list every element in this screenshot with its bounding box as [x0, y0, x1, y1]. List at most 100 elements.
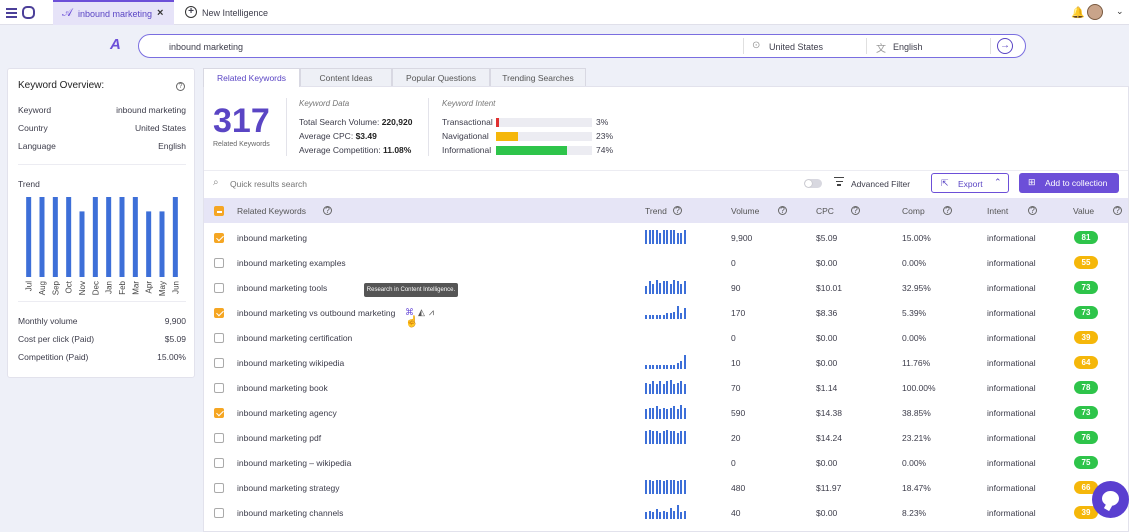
- help-icon[interactable]: ?: [323, 206, 332, 215]
- table-row[interactable]: inbound marketing examples 0 $0.00 0.00% inf…: [204, 250, 1128, 275]
- volume-cell: 590: [731, 408, 746, 418]
- keyword-cell[interactable]: inbound marketing strategy: [237, 483, 340, 493]
- keyword-cell[interactable]: inbound marketing book: [237, 383, 328, 393]
- row-checkbox[interactable]: [214, 283, 224, 293]
- keyword-cell[interactable]: inbound marketing pdf: [237, 433, 321, 443]
- header-trend[interactable]: Trend: [645, 206, 667, 216]
- row-checkbox[interactable]: [214, 508, 224, 518]
- table-row[interactable]: inbound marketing certification 0 $0.00 0.0…: [204, 325, 1128, 350]
- header-volume[interactable]: Volume: [731, 206, 759, 216]
- chevron-down-icon[interactable]: ⌄: [1116, 6, 1124, 17]
- select-all-checkbox[interactable]: [214, 206, 224, 216]
- chart-icon[interactable]: ◭: [418, 307, 425, 317]
- table-row[interactable]: inbound marketing 9,900 $5.09 15.00% informa…: [204, 225, 1128, 250]
- row-checkbox[interactable]: [214, 233, 224, 243]
- row-checkbox[interactable]: [214, 433, 224, 443]
- keyword-cell[interactable]: inbound marketing certification: [237, 333, 352, 343]
- intent-cell: informational: [987, 233, 1036, 243]
- row-checkbox[interactable]: [214, 308, 224, 318]
- analytics-icon[interactable]: ⩘: [429, 307, 434, 317]
- table-row[interactable]: inbound marketing book 70 $1.14 100.00% info…: [204, 375, 1128, 400]
- keyword-cell[interactable]: inbound marketing wikipedia: [237, 358, 344, 368]
- export-button[interactable]: ⇱ Export ⌃: [931, 173, 1009, 193]
- keyword-cell[interactable]: inbound marketing – wikipedia: [237, 458, 351, 468]
- table-row[interactable]: inbound marketing strategy 480 $11.97 18.47…: [204, 475, 1128, 500]
- new-intelligence-link[interactable]: New Intelligence: [202, 8, 268, 18]
- table-row[interactable]: inbound marketing vs outbound marketing 1…: [204, 300, 1128, 325]
- cpc-cell: $0.00: [816, 258, 838, 268]
- plus-circle-icon[interactable]: +: [185, 6, 197, 18]
- tab-trending-searches[interactable]: Trending Searches: [490, 68, 586, 87]
- keyword-cell[interactable]: inbound marketing agency: [237, 408, 337, 418]
- add-to-collection-button[interactable]: ⊞ Add to collection: [1019, 173, 1119, 193]
- help-icon[interactable]: ?: [851, 206, 860, 215]
- header-intent[interactable]: Intent: [987, 206, 1008, 216]
- table-row[interactable]: inbound marketing tools 90 $10.01 32.95% inf…: [204, 275, 1128, 300]
- tab-related-keywords[interactable]: Related Keywords: [203, 68, 300, 87]
- row-checkbox[interactable]: [214, 458, 224, 468]
- header-keywords[interactable]: Related Keywords: [237, 206, 306, 216]
- tab-inbound-marketing[interactable]: 𝒜 inbound marketing ×: [53, 0, 174, 25]
- header-value[interactable]: Value: [1073, 206, 1094, 216]
- quick-search-input[interactable]: [230, 177, 530, 191]
- close-tab-icon[interactable]: ×: [157, 7, 163, 19]
- trend-label: Trend: [18, 179, 40, 189]
- sparkline-bar: [648, 230, 651, 244]
- row-checkbox[interactable]: [214, 383, 224, 393]
- comp-cell: 38.85%: [902, 408, 931, 418]
- chat-button[interactable]: [1092, 481, 1129, 518]
- filter-icon[interactable]: [834, 177, 844, 187]
- trend-sparkline: [645, 280, 687, 294]
- country-select[interactable]: United States: [769, 42, 823, 52]
- app-logo[interactable]: [22, 6, 35, 19]
- intent-label: Informational: [442, 145, 492, 155]
- intent-percent: 23%: [596, 131, 614, 141]
- row-checkbox[interactable]: [214, 483, 224, 493]
- trend-month-label: Jun: [171, 281, 180, 294]
- row-checkbox[interactable]: [214, 358, 224, 368]
- keyword-cell[interactable]: inbound marketing tools: [237, 283, 327, 293]
- row-checkbox[interactable]: [214, 333, 224, 343]
- help-icon[interactable]: ?: [1113, 206, 1122, 215]
- hamburger-menu-icon[interactable]: [6, 8, 17, 18]
- table-row[interactable]: inbound marketing channels 40 $0.00 8.23% in…: [204, 500, 1128, 525]
- keyword-cell[interactable]: inbound marketing: [237, 233, 307, 243]
- avatar[interactable]: [1087, 4, 1103, 20]
- language-select[interactable]: English: [893, 42, 923, 52]
- sparkline-bar: [655, 364, 658, 369]
- keyword-cell[interactable]: inbound marketing examples: [237, 258, 346, 268]
- volume-cell: 40: [731, 508, 741, 518]
- table-row[interactable]: inbound marketing agency 590 $14.38 38.85% i…: [204, 400, 1128, 425]
- keyword-cell[interactable]: inbound marketing vs outbound marketing: [237, 308, 395, 318]
- tab-popular-questions[interactable]: Popular Questions: [392, 68, 490, 87]
- help-icon[interactable]: ?: [943, 206, 952, 215]
- search-input[interactable]: inbound marketing: [169, 42, 243, 52]
- keyword-cell[interactable]: inbound marketing channels: [237, 508, 343, 518]
- sparkline-bar: [662, 407, 665, 419]
- search-submit-icon[interactable]: →: [997, 38, 1013, 54]
- table-row[interactable]: inbound marketing – wikipedia 0 $0.00 0.00%…: [204, 450, 1128, 475]
- sparkline-bar: [662, 281, 665, 294]
- help-icon[interactable]: ?: [778, 206, 787, 215]
- value-badge: 73: [1074, 406, 1098, 419]
- filter-toggle[interactable]: [804, 179, 822, 188]
- advanced-filter-button[interactable]: Advanced Filter: [851, 179, 910, 189]
- header-cpc[interactable]: CPC: [816, 206, 834, 216]
- row-checkbox[interactable]: [214, 258, 224, 268]
- table-row[interactable]: inbound marketing pdf 20 $14.24 23.21% infor…: [204, 425, 1128, 450]
- table-row[interactable]: inbound marketing wikipedia 10 $0.00 11.76%…: [204, 350, 1128, 375]
- total-search-volume: Total Search Volume: 220,920: [299, 117, 413, 127]
- row-checkbox[interactable]: [214, 408, 224, 418]
- sparkline-bar: [645, 230, 647, 244]
- sparkline-bar: [683, 431, 686, 444]
- sparkline-bar: [645, 364, 647, 369]
- trend-month-label: Sep: [51, 280, 60, 295]
- header-comp[interactable]: Comp: [902, 206, 925, 216]
- help-icon[interactable]: ?: [176, 80, 185, 91]
- help-icon[interactable]: ?: [1028, 206, 1037, 215]
- help-icon[interactable]: ?: [673, 206, 682, 215]
- sparkline-bar: [666, 364, 668, 369]
- tab-content-ideas[interactable]: Content Ideas: [300, 68, 392, 87]
- bell-icon[interactable]: 🔔: [1071, 6, 1085, 19]
- sparkline-bar: [662, 384, 665, 394]
